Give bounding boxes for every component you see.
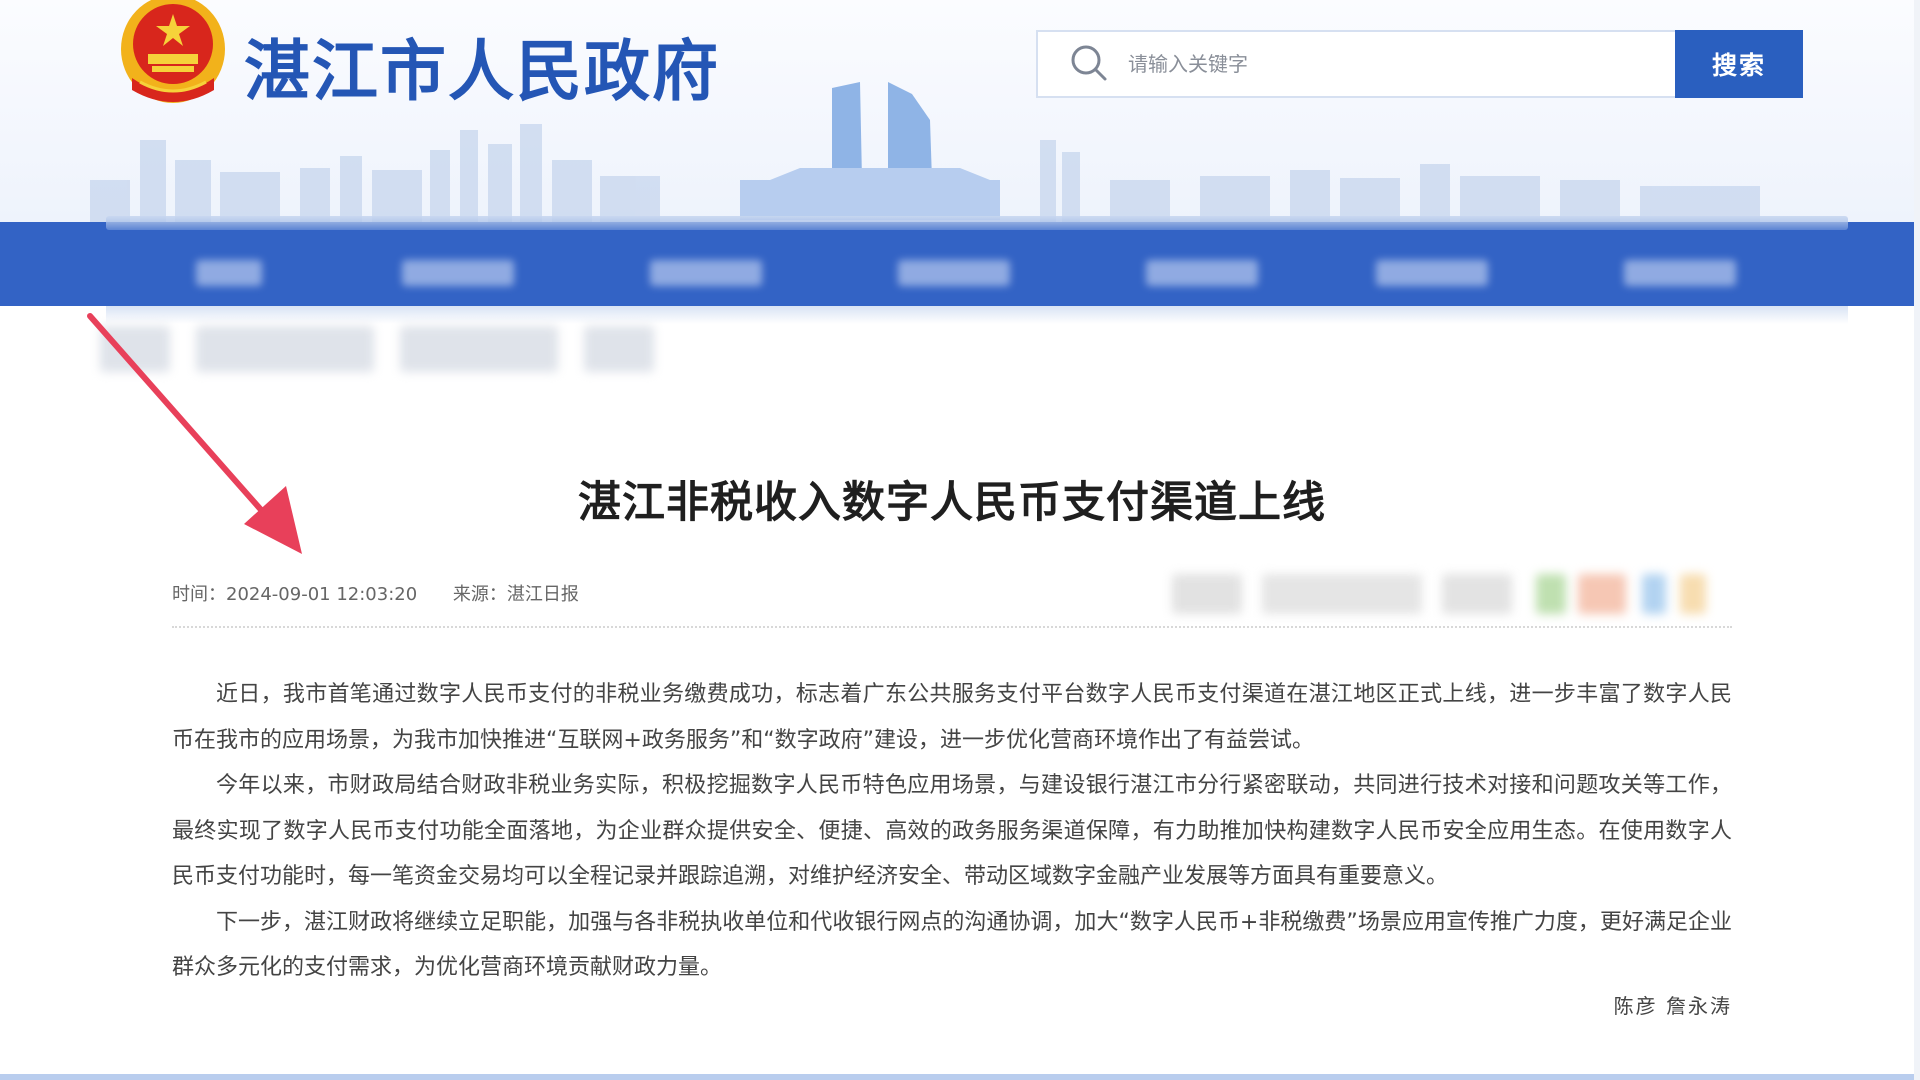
nav-top-highlight — [106, 216, 1848, 230]
article-source: 来源：湛江日报 — [453, 584, 579, 605]
nav-item-blurred[interactable] — [898, 260, 1010, 286]
search-input[interactable] — [1120, 34, 1676, 94]
nav-item-blurred[interactable] — [1624, 260, 1736, 286]
nav-item-blurred[interactable] — [1376, 260, 1488, 286]
share-wechat-icon[interactable] — [1536, 574, 1566, 614]
article-source-label: 来源： — [452, 584, 507, 605]
print-control[interactable] — [1442, 574, 1512, 614]
footer-line — [0, 1074, 1920, 1080]
search-box — [1036, 30, 1676, 98]
main-nav — [0, 216, 1920, 306]
breadcrumb-item[interactable] — [584, 326, 654, 372]
meta-divider — [172, 626, 1732, 628]
search-icon[interactable] — [1060, 34, 1120, 94]
site-header: 湛江市人民政府 搜索 — [0, 0, 1920, 222]
article-source-value: 湛江日报 — [506, 584, 579, 605]
share-weibo-icon[interactable] — [1578, 574, 1626, 614]
article-paragraph: 近日，我市首笔通过数字人民币支付的非税业务缴费成功，标志着广东公共服务支付平台数… — [172, 682, 1732, 753]
share-qzone-icon[interactable] — [1680, 574, 1706, 614]
site-title[interactable]: 湛江市人民政府 — [244, 18, 720, 114]
article-body: 近日，我市首笔通过数字人民币支付的非税业务缴费成功，标志着广东公共服务支付平台数… — [172, 672, 1732, 991]
article-meta: 时间：2024-09-01 12:03:20 来源：湛江日报 — [172, 580, 609, 606]
font-size-control[interactable] — [1172, 574, 1242, 614]
publish-time-label: 时间： — [172, 584, 226, 605]
breadcrumb-item[interactable] — [400, 326, 558, 372]
search-button[interactable]: 搜索 — [1675, 30, 1803, 98]
publish-time: 时间：2024-09-01 12:03:20 — [172, 584, 417, 605]
article-title: 湛江非税收入数字人民币支付渠道上线 — [578, 478, 1326, 528]
breadcrumb-shadow — [106, 306, 1848, 324]
share-toolbar — [1150, 570, 1740, 618]
font-size-control[interactable] — [1262, 574, 1422, 614]
article-author: 陈彦 詹永涛 — [1613, 994, 1732, 1018]
nav-item-blurred[interactable] — [650, 260, 762, 286]
nav-item-blurred[interactable] — [1146, 260, 1258, 286]
share-qq-icon[interactable] — [1642, 574, 1666, 614]
nav-item-blurred[interactable] — [196, 260, 262, 286]
article-paragraph: 下一步，湛江财政将继续立足职能，加强与各非税执收单位和代收银行网点的沟通协调，加… — [172, 909, 1732, 981]
publish-time-value: 2024-09-01 12:03:20 — [226, 584, 418, 605]
page: 湛江市人民政府 搜索 湛江非税收入数字人民币支付渠道上线 — [0, 0, 1920, 1080]
window-edge — [1914, 0, 1920, 1080]
national-emblem-icon — [121, 0, 225, 103]
nav-item-blurred[interactable] — [402, 260, 514, 286]
article-paragraph: 今年以来，市财政局结合财政非税业务实际，积极挖掘数字人民币特色应用场景，与建设银… — [172, 773, 1732, 889]
